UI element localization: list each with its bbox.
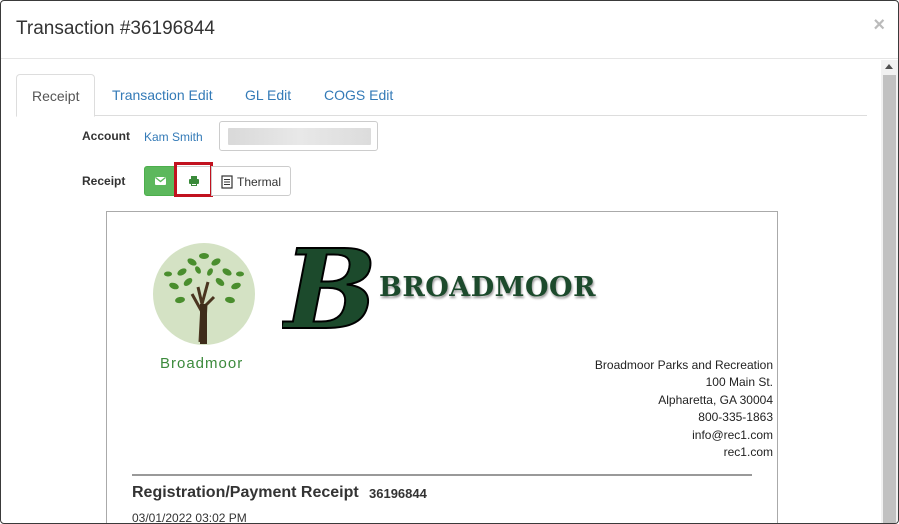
document-icon: [221, 175, 233, 189]
tree-logo: [153, 243, 255, 345]
close-icon[interactable]: ×: [873, 15, 885, 35]
modal-header: Transaction #36196844 ×: [1, 1, 898, 59]
tab-transaction-edit[interactable]: Transaction Edit: [97, 74, 228, 116]
receipt-label: Receipt: [82, 174, 126, 188]
account-name-link[interactable]: Kam Smith: [144, 130, 203, 144]
address-line: 100 Main St.: [705, 375, 773, 390]
address-line: Broadmoor Parks and Recreation: [594, 358, 773, 372]
redacted-value: [228, 128, 371, 145]
thermal-receipt-button[interactable]: Thermal: [211, 166, 291, 196]
address-line: rec1.com: [723, 445, 773, 460]
envelope-icon: [155, 176, 166, 185]
thermal-label: Thermal: [237, 175, 282, 189]
organization-address: Broadmoor Parks and Recreation 100 Main …: [595, 357, 773, 461]
vertical-scrollbar[interactable]: [881, 60, 898, 523]
address-line: Alpharetta, GA 30004: [658, 392, 773, 407]
account-field[interactable]: [219, 121, 378, 151]
modal-title: Transaction #36196844: [16, 18, 215, 39]
tree-logo-caption: Broadmoor: [160, 355, 244, 372]
scroll-up-arrow-icon[interactable]: [885, 64, 893, 69]
tab-cogs-edit[interactable]: COGS Edit: [309, 74, 408, 116]
receipt-date: 03/01/2022 03:02 PM: [132, 511, 247, 524]
receipt-number: 36196844: [369, 486, 427, 501]
tab-receipt[interactable]: Receipt: [16, 74, 96, 117]
address-line: info@rec1.com: [692, 427, 773, 442]
email-receipt-button[interactable]: [144, 166, 176, 196]
address-line: 800-335-1863: [698, 410, 773, 425]
transaction-modal: Transaction #36196844 × Receipt Transact…: [0, 0, 899, 524]
receipt-divider: [132, 474, 752, 476]
tab-bar: Receipt Transaction Edit GL Edit COGS Ed…: [16, 74, 867, 117]
broadmoor-b-logo: B: [282, 240, 378, 340]
print-button-highlight: [174, 162, 213, 197]
tab-gl-edit[interactable]: GL Edit: [230, 74, 306, 116]
receipt-title: Registration/Payment Receipt: [132, 484, 359, 501]
brand-wordmark: BROADMOOR: [379, 272, 597, 303]
receipt-preview: Broadmoor B BROADMOOR Broadmoor Parks an…: [106, 211, 778, 524]
svg-text:B: B: [282, 240, 377, 340]
account-label: Account: [82, 129, 130, 143]
scroll-thumb[interactable]: [883, 75, 896, 523]
